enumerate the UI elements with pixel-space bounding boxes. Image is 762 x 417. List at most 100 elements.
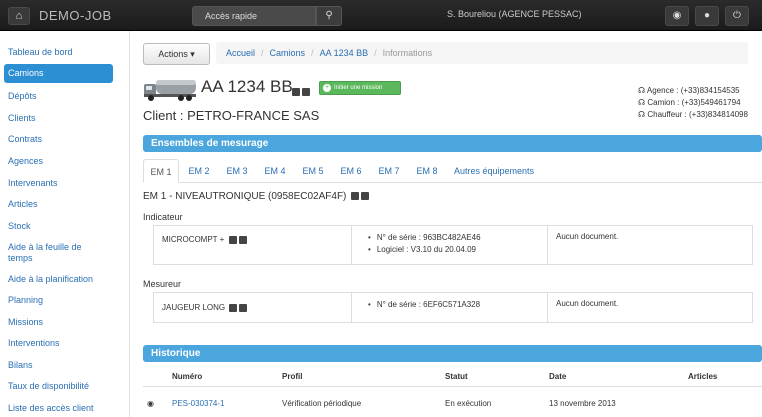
headset-icon: ☊ — [638, 110, 646, 119]
breadcrumb-current: Informations — [382, 48, 433, 58]
sidebar-item-interventions[interactable]: Interventions — [0, 338, 130, 349]
top-navbar: ⌂ DEMO-JOB Accès rapide ⚲ S. Boureliou (… — [0, 0, 762, 31]
breadcrumb-accueil[interactable]: Accueil — [226, 48, 255, 58]
globe-icon[interactable]: ◉ — [665, 6, 689, 26]
col-articles[interactable]: Articles — [688, 372, 717, 381]
quick-access-input[interactable]: Accès rapide — [192, 6, 316, 26]
col-statut[interactable]: Statut — [445, 372, 468, 381]
contact-camion-text: Camion : (+33)549461794 — [647, 98, 741, 107]
contact-list: ☊ Agence : (+33)834154535 ☊ Camion : (+3… — [638, 85, 748, 121]
indicateur-name-cell: MICROCOMPT + — [154, 226, 352, 264]
print-icon[interactable] — [228, 235, 237, 244]
print-icon[interactable] — [351, 192, 360, 201]
tab-em2[interactable]: EM 2 — [183, 159, 215, 183]
indicateur-software: Logiciel : V3.10 du 20.04.09 — [368, 244, 547, 256]
contact-chauffeur: ☊ Chauffeur : (+33)834814098 — [638, 109, 748, 121]
table-row-numero: PES-030374-1 — [172, 399, 224, 408]
indicateur-label: Indicateur — [143, 212, 183, 222]
col-numero[interactable]: Numéro — [172, 372, 202, 381]
start-mission-label: Initier une mission — [334, 85, 383, 91]
breadcrumb-plate[interactable]: AA 1234 BB — [320, 48, 369, 58]
mesureur-documents: Aucun document. — [556, 299, 619, 308]
print-icon[interactable] — [292, 87, 300, 96]
col-date[interactable]: Date — [549, 372, 566, 381]
table-divider — [143, 386, 762, 387]
tanker-truck-icon — [144, 80, 196, 101]
headset-icon: ☊ — [638, 98, 646, 107]
mesureur-row: JAUGEUR LONG N° de série : 6EF6C571A328 … — [153, 292, 753, 323]
client-name: Client : PETRO-FRANCE SAS — [143, 108, 320, 123]
tab-em5[interactable]: EM 5 — [297, 159, 329, 183]
sidebar-item-feuille-de-temps[interactable]: Aide à la feuille de temps — [0, 242, 90, 264]
tab-em3[interactable]: EM 3 — [221, 159, 253, 183]
contact-agence-text: Agence : (+33)834154535 — [646, 86, 740, 95]
caret-down-icon: ▾ — [190, 49, 195, 59]
sidebar-item-depots[interactable]: Dépôts — [0, 91, 130, 102]
indicateur-documents: Aucun document. — [556, 232, 619, 241]
sidebar: Tableau de bord Camions Dépôts Clients C… — [0, 31, 130, 417]
power-icon[interactable]: ⏻ — [725, 6, 749, 26]
mesureur-name: JAUGEUR LONG — [162, 303, 226, 312]
sidebar-item-agences[interactable]: Agences — [0, 156, 130, 167]
print-icon[interactable] — [229, 303, 238, 312]
book-icon[interactable] — [238, 235, 247, 244]
sidebar-item-clients[interactable]: Clients — [0, 113, 130, 124]
mesureur-name-cell: JAUGEUR LONG — [154, 293, 352, 322]
actions-button[interactable]: Actions ▾ — [143, 43, 210, 65]
user-icon[interactable]: ● — [695, 6, 719, 26]
tab-autres-equipements[interactable]: Autres équipements — [449, 159, 539, 183]
user-label: S. Boureliou (AGENCE PESSAC) — [447, 9, 582, 19]
tab-em4[interactable]: EM 4 — [259, 159, 291, 183]
sidebar-item-planning[interactable]: Planning — [0, 295, 130, 306]
sidebar-item-stock[interactable]: Stock — [0, 221, 130, 232]
indicateur-serial: N° de série : 963BC482AE46 — [368, 232, 547, 244]
main-content: Actions ▾ Accueil / Camions / AA 1234 BB / Inf… — [130, 31, 762, 417]
tab-em7[interactable]: EM 7 — [373, 159, 405, 183]
book-icon[interactable] — [239, 303, 248, 312]
headset-icon: ☊ — [638, 86, 646, 95]
search-icon[interactable]: ⚲ — [316, 6, 342, 26]
sidebar-item-camions[interactable]: Camions — [4, 64, 113, 83]
truck-plate: AA 1234 BB — [201, 77, 293, 96]
breadcrumb: Accueil / Camions / AA 1234 BB / Informations — [216, 42, 748, 64]
indicateur-row: MICROCOMPT + N° de série : 963BC482AE46 … — [153, 225, 753, 265]
sidebar-item-acces-client[interactable]: Liste des accès client — [0, 403, 130, 414]
sidebar-item-missions[interactable]: Missions — [0, 317, 130, 328]
ensembles-title: Ensembles de mesurage — [143, 135, 762, 152]
mesureur-serial: N° de série : 6EF6C571A328 — [368, 299, 547, 311]
sidebar-item-intervenants[interactable]: Intervenants — [0, 178, 130, 189]
table-row-date: 13 novembre 2013 — [549, 399, 616, 408]
tab-em6[interactable]: EM 6 — [335, 159, 367, 183]
sidebar-item-articles[interactable]: Articles — [0, 199, 130, 210]
eye-icon[interactable]: ◉ — [147, 399, 154, 408]
col-profil[interactable]: Profil — [282, 372, 302, 381]
start-mission-button[interactable]: + Initier une mission — [319, 81, 401, 95]
mesureur-details-cell: N° de série : 6EF6C571A328 — [352, 293, 548, 322]
table-row-statut: En exécution — [445, 399, 492, 408]
plate-actions — [290, 83, 310, 101]
em-heading: EM 1 - NIVEAUTRONIQUE (0958EC02AF4F) — [143, 191, 370, 202]
sidebar-item-planification[interactable]: Aide à la planification — [0, 274, 130, 285]
indicateur-details-cell: N° de série : 963BC482AE46 Logiciel : V3… — [352, 226, 548, 264]
breadcrumb-camions[interactable]: Camions — [270, 48, 306, 58]
table-row-profil: Vérification périodique — [282, 399, 362, 408]
mission-link[interactable]: PES-030374-1 — [172, 399, 224, 408]
em-tabs: EM 1 EM 2 EM 3 EM 4 EM 5 EM 6 EM 7 EM 8 … — [143, 159, 762, 183]
mesureur-label: Mesureur — [143, 279, 182, 289]
sidebar-item-contrats[interactable]: Contrats — [0, 134, 130, 145]
sidebar-item-bilans[interactable]: Bilans — [0, 360, 130, 371]
actions-label: Actions — [158, 49, 188, 59]
tab-em1[interactable]: EM 1 — [143, 159, 179, 183]
sidebar-item-tableau-de-bord[interactable]: Tableau de bord — [0, 47, 130, 58]
indicateur-name: MICROCOMPT + — [162, 235, 225, 244]
book-icon[interactable] — [361, 192, 370, 201]
home-icon[interactable]: ⌂ — [8, 7, 30, 25]
book-icon[interactable] — [302, 87, 310, 96]
em-heading-text: EM 1 - NIVEAUTRONIQUE (0958EC02AF4F) — [143, 191, 347, 202]
historique-title: Historique — [143, 345, 762, 362]
tab-em8[interactable]: EM 8 — [411, 159, 443, 183]
app-brand[interactable]: DEMO-JOB — [39, 8, 112, 23]
sidebar-item-disponibilite[interactable]: Taux de disponibilité — [0, 381, 130, 392]
contact-agence: ☊ Agence : (+33)834154535 — [638, 85, 748, 97]
plus-circle-icon: + — [323, 84, 331, 92]
